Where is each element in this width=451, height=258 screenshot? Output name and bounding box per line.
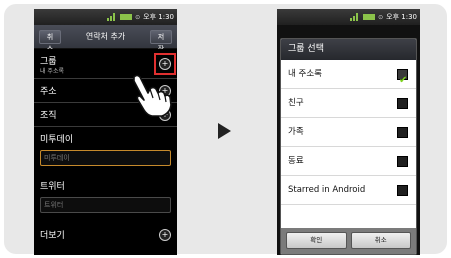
me2day-field[interactable]: 미투데이 [40, 150, 171, 166]
option-starred-in-android[interactable]: Starred in Android [281, 176, 416, 205]
battery-icon [120, 14, 133, 20]
phone-screen-add-contact: ⊙ 오후 1:30 취소 연락처 추가 저장 그룹 내 주소록 + 주소 + 조… [34, 9, 177, 255]
me2day-row: 미투데이 [34, 127, 177, 151]
status-time: 오후 1:30 [386, 13, 417, 21]
twitter-row: 트위터 [34, 174, 177, 198]
twitter-label: 트위터 [40, 182, 65, 192]
alarm-icon: ⊙ [378, 13, 384, 21]
pointing-hand-icon [133, 74, 172, 117]
group-value: 내 주소록 [40, 68, 64, 75]
more-label: 더보기 [40, 231, 65, 241]
checkbox[interactable] [397, 127, 408, 138]
checkbox[interactable] [397, 98, 408, 109]
option-friends[interactable]: 친구 [281, 89, 416, 118]
status-bar: ⊙ 오후 1:30 [34, 9, 177, 25]
title-bar: 취소 연락처 추가 저장 [34, 25, 177, 53]
signal-icon [350, 13, 360, 21]
option-label: 내 주소록 [288, 69, 322, 79]
address-label: 주소 [40, 87, 57, 97]
twitter-field[interactable]: 트위터 [40, 197, 171, 213]
organization-label: 조직 [40, 111, 57, 121]
checkbox[interactable] [397, 185, 408, 196]
confirm-button[interactable]: 확인 [286, 232, 347, 249]
option-coworkers[interactable]: 동료 [281, 147, 416, 176]
option-label: Starred in Android [288, 185, 366, 195]
dialog-cancel-button[interactable]: 취소 [350, 232, 411, 249]
battery-icon [363, 14, 376, 20]
option-my-contacts[interactable]: 내 주소록 [281, 60, 416, 95]
group-select-dialog: 그룹 선택 내 주소록 친구 가족 동료 Starred in Android … [280, 38, 417, 255]
alarm-icon: ⊙ [135, 13, 141, 21]
option-label: 동료 [288, 156, 304, 166]
phone-screen-select-group: ⊙ 오후 1:30 그룹 선택 내 주소록 친구 가족 동료 Starred i… [277, 9, 420, 255]
status-time: 오후 1:30 [143, 13, 174, 21]
next-step-arrow-icon [218, 123, 231, 139]
me2day-label: 미투데이 [40, 135, 74, 145]
option-label: 친구 [288, 98, 304, 108]
status-bar: ⊙ 오후 1:30 [277, 9, 420, 25]
dialog-button-bar: 확인 취소 [281, 228, 416, 254]
dialog-title: 그룹 선택 [281, 39, 416, 60]
expand-more-icon[interactable]: + [159, 229, 171, 241]
option-label: 가족 [288, 127, 304, 137]
save-button[interactable]: 저장 [150, 30, 172, 53]
checkbox[interactable] [397, 156, 408, 167]
checkbox-checked[interactable] [397, 66, 408, 95]
signal-icon [107, 13, 117, 21]
more-row[interactable]: 더보기 + [34, 223, 177, 247]
option-family[interactable]: 가족 [281, 118, 416, 147]
